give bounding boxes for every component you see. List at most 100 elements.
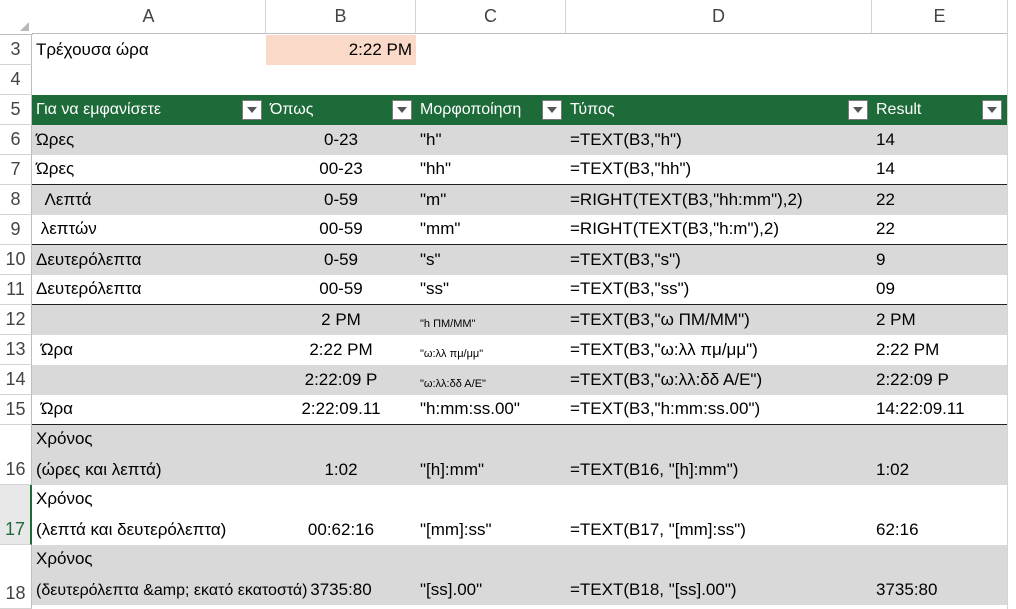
cell-formula[interactable]: =TEXT(B18, "[ss].00") xyxy=(566,545,872,605)
cell-as[interactable]: 2:22:09.11 xyxy=(266,395,416,424)
cell-result[interactable]: 14:22:09.11 xyxy=(872,395,1008,424)
row-header-14[interactable]: 14 xyxy=(0,365,32,395)
column-header-e[interactable]: E xyxy=(872,0,1008,34)
row-header-6[interactable]: 6 xyxy=(0,125,32,155)
table-row: Λεπτά 0-59 "m" =RIGHT(TEXT(B3,"hh:mm"),2… xyxy=(32,185,1008,215)
cell-as[interactable]: 2 PM xyxy=(266,305,416,335)
cell-format[interactable]: "ω:λλ πμ/μμ" xyxy=(416,335,566,365)
row-header-5[interactable]: 5 xyxy=(0,95,32,125)
cell-result[interactable]: 22 xyxy=(872,215,1008,244)
cell-as[interactable]: 00-59 xyxy=(266,215,416,244)
cell-as[interactable]: 3735:80 xyxy=(266,545,416,605)
cell-format[interactable]: "ω:λλ:δδ Α/Ε" xyxy=(416,365,566,395)
header-display[interactable]: Για να εμφανίσετε xyxy=(32,95,266,125)
row-header-3[interactable]: 3 xyxy=(0,35,32,65)
cell-formula[interactable]: =RIGHT(TEXT(B3,"hh:mm"),2) xyxy=(566,185,872,215)
cell-formula[interactable]: =TEXT(B16, "[h]:mm") xyxy=(566,425,872,485)
cell-display[interactable]: Ώρα xyxy=(32,395,266,424)
cell-display[interactable]: λεπτών xyxy=(32,215,266,244)
cell-result[interactable]: 9 xyxy=(872,245,1008,275)
cell-as[interactable]: 0-23 xyxy=(266,125,416,155)
header-formula[interactable]: Τύπος xyxy=(566,95,872,125)
cell-result[interactable]: 2 PM xyxy=(872,305,1008,335)
cell-formula[interactable]: =TEXT(B3,"ω:λλ:δδ Α/Ε") xyxy=(566,365,872,395)
cell-formula[interactable]: =TEXT(B3,"hh") xyxy=(566,155,872,184)
current-time-label[interactable]: Τρέχουσα ώρα xyxy=(32,35,266,65)
cell-result[interactable]: 09 xyxy=(872,275,1008,304)
cell-formula[interactable]: =TEXT(B3,"ω ΠΜ/ΜΜ") xyxy=(566,305,872,335)
row-header-4[interactable]: 4 xyxy=(0,65,32,95)
cell-as[interactable]: 00-59 xyxy=(266,275,416,304)
spreadsheet-grid[interactable]: A B C D E 3 Τρέχουσα ώρα 2:22 PM 4 5 Για… xyxy=(0,0,1016,609)
cell-as[interactable]: 00-23 xyxy=(266,155,416,184)
column-header-c[interactable]: C xyxy=(416,0,566,34)
cell-formula[interactable]: =TEXT(B3,"h") xyxy=(566,125,872,155)
current-time-value[interactable]: 2:22 PM xyxy=(266,35,416,65)
column-header-d[interactable]: D xyxy=(566,0,872,34)
cell-format[interactable]: "s" xyxy=(416,245,566,275)
row-header-10[interactable]: 10 xyxy=(0,245,32,275)
cell-display[interactable]: Δευτερόλεπτα xyxy=(32,275,266,304)
cell-formula[interactable]: =TEXT(B3,"s") xyxy=(566,245,872,275)
filter-dropdown-a[interactable] xyxy=(242,100,262,120)
row-header-18[interactable]: 18 xyxy=(0,545,32,609)
cell-result[interactable]: 1:02 xyxy=(872,425,1008,485)
row-header-16[interactable]: 16 xyxy=(0,425,32,485)
cell-result[interactable]: 2:22 PM xyxy=(872,335,1008,365)
cell-result[interactable]: 3735:80 xyxy=(872,545,1008,605)
cell-formula[interactable]: =RIGHT(TEXT(B3,"h:m"),2) xyxy=(566,215,872,244)
cell-format[interactable]: "[ss].00" xyxy=(416,545,566,605)
row-header-11[interactable]: 11 xyxy=(0,275,32,305)
cell-display-line1: Χρόνος xyxy=(36,429,93,448)
row-header-17[interactable]: 17 xyxy=(0,485,32,545)
row-header-7[interactable]: 7 xyxy=(0,155,32,185)
cell-display[interactable]: Χρόνος (λεπτά και δευτερόλεπτα) xyxy=(32,485,266,545)
row-header-8[interactable]: 8 xyxy=(0,185,32,215)
cell-display[interactable] xyxy=(32,305,266,335)
cell-display[interactable]: Ώρα xyxy=(32,335,266,365)
cell-display[interactable]: Λεπτά xyxy=(32,185,266,215)
row-header-9[interactable]: 9 xyxy=(0,215,32,245)
cell-display[interactable]: Ώρες xyxy=(32,125,266,155)
cell-as[interactable]: 0-59 xyxy=(266,185,416,215)
row-header-12[interactable]: 12 xyxy=(0,305,32,335)
cell-format[interactable]: "h:mm:ss.00" xyxy=(416,395,566,424)
column-header-b[interactable]: B xyxy=(266,0,416,34)
cell-as[interactable]: 0-59 xyxy=(266,245,416,275)
filter-dropdown-e[interactable] xyxy=(982,100,1002,120)
cell-format[interactable]: "ss" xyxy=(416,275,566,304)
cell-as[interactable]: 1:02 xyxy=(266,425,416,485)
cell-format[interactable]: "m" xyxy=(416,185,566,215)
vertical-scrollbar[interactable] xyxy=(1007,0,1016,609)
cell-display[interactable]: Χρόνος (ώρες και λεπτά) xyxy=(32,425,266,485)
cell-result[interactable]: 14 xyxy=(872,125,1008,155)
cell-display[interactable]: Χρόνος (δευτερόλεπτα &amp; εκατό εκατοστ… xyxy=(32,545,308,605)
cell-display[interactable]: Δευτερόλεπτα xyxy=(32,245,266,275)
cell-as[interactable]: 00:62:16 xyxy=(266,485,416,545)
cell-format[interactable]: "h" xyxy=(416,125,566,155)
cell-result[interactable]: 2:22:09 P xyxy=(872,365,1008,395)
filter-dropdown-d[interactable] xyxy=(848,100,868,120)
cell-formula[interactable]: =TEXT(B3,"ss") xyxy=(566,275,872,304)
select-all-corner[interactable] xyxy=(0,0,33,35)
cell-format[interactable]: "h ΠΜ/ΜΜ" xyxy=(416,305,566,335)
cell-display[interactable] xyxy=(32,365,266,395)
cell-result[interactable]: 22 xyxy=(872,185,1008,215)
cell-formula[interactable]: =TEXT(B3,"ω:λλ πμ/μμ") xyxy=(566,335,872,365)
filter-dropdown-c[interactable] xyxy=(542,100,562,120)
cell-result[interactable]: 14 xyxy=(872,155,1008,184)
cell-as[interactable]: 2:22 PM xyxy=(266,335,416,365)
cell-result[interactable]: 62:16 xyxy=(872,485,1008,545)
row-header-15[interactable]: 15 xyxy=(0,395,32,425)
filter-dropdown-b[interactable] xyxy=(392,100,412,120)
cell-display[interactable]: Ώρες xyxy=(32,155,266,184)
cell-format[interactable]: "mm" xyxy=(416,215,566,244)
column-header-a[interactable]: A xyxy=(32,0,266,34)
cell-format[interactable]: "hh" xyxy=(416,155,566,184)
cell-format[interactable]: "[mm]:ss" xyxy=(416,485,566,545)
cell-format[interactable]: "[h]:mm" xyxy=(416,425,566,485)
row-header-13[interactable]: 13 xyxy=(0,335,32,365)
cell-formula[interactable]: =TEXT(B3,"h:mm:ss.00") xyxy=(566,395,872,424)
cell-as[interactable]: 2:22:09 P xyxy=(266,365,416,395)
cell-formula[interactable]: =TEXT(B17, "[mm]:ss") xyxy=(566,485,872,545)
